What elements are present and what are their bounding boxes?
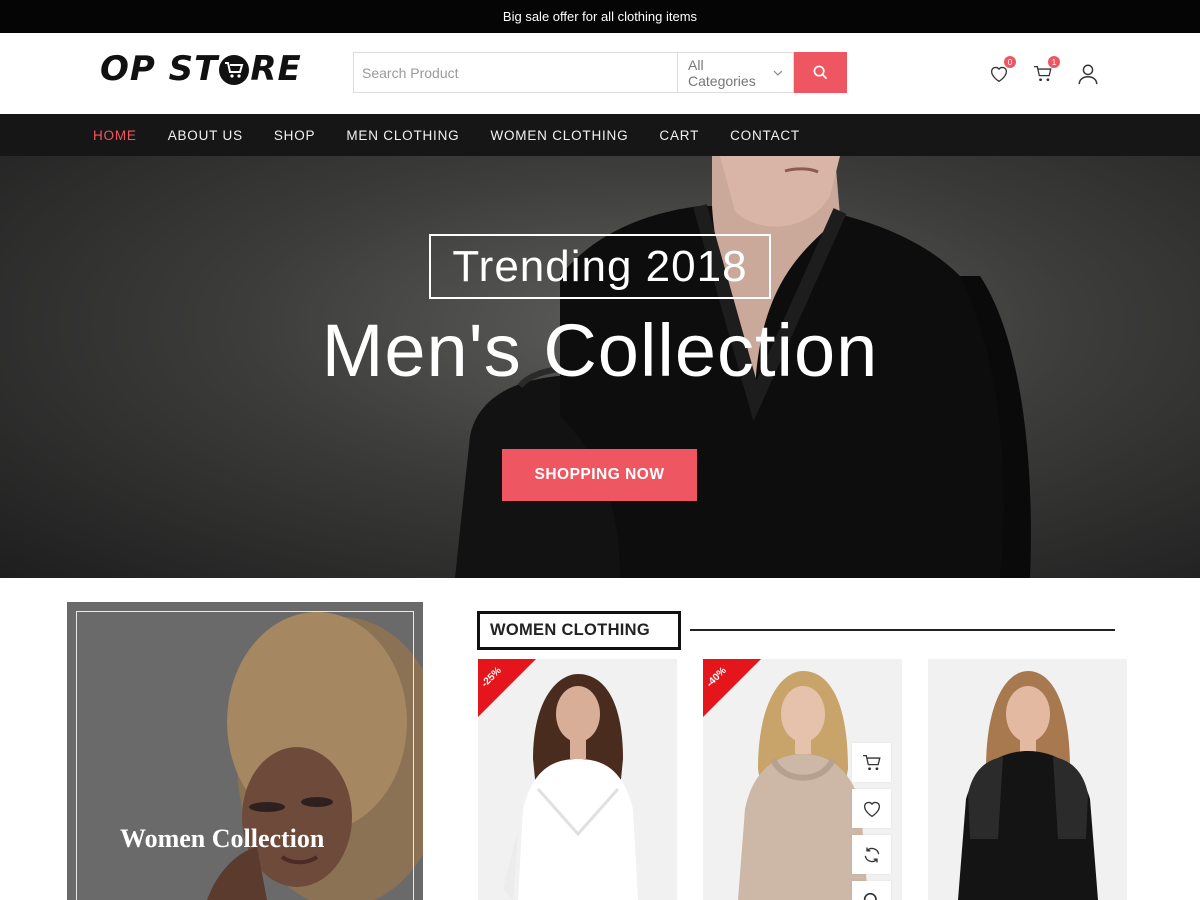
store-logo[interactable]: OP ST RE <box>100 49 302 89</box>
logo-cart-icon <box>219 55 250 85</box>
account-button[interactable] <box>1075 61 1101 87</box>
refresh-icon <box>864 847 879 862</box>
main-nav: HOME ABOUT US SHOP MEN CLOTHING WOMEN CL… <box>0 114 1200 156</box>
women-collection-banner[interactable]: Women Collection <box>67 602 423 900</box>
add-to-cart-button[interactable] <box>852 743 891 782</box>
cart-icon <box>862 754 881 770</box>
heart-icon <box>990 66 1008 83</box>
section-divider <box>690 629 1115 631</box>
wishlist-button[interactable]: 0 <box>986 56 1016 87</box>
nav-cart[interactable]: CART <box>659 128 699 143</box>
user-icon <box>1078 64 1098 85</box>
search-bar: All Categories <box>353 52 847 93</box>
compare-button[interactable] <box>852 835 891 874</box>
hero-title: Men's Collection <box>321 309 879 392</box>
search-input[interactable] <box>353 52 677 93</box>
add-to-wishlist-button[interactable] <box>852 789 891 828</box>
hero-banner: Trending 2018 Men's Collection SHOPPING … <box>0 156 1200 578</box>
category-select[interactable]: All Categories <box>677 52 794 93</box>
cart-button[interactable]: 1 <box>1030 56 1060 87</box>
product-card[interactable]: -25% <box>478 659 677 900</box>
category-select-value: All Categories <box>688 56 756 89</box>
quick-view-button[interactable] <box>852 881 891 900</box>
cart-count-badge: 1 <box>1048 56 1060 68</box>
announcement-bar: Big sale offer for all clothing items <box>0 0 1200 33</box>
chevron-down-icon <box>773 70 783 76</box>
heart-icon <box>863 801 880 817</box>
announcement-text: Big sale offer for all clothing items <box>502 9 698 24</box>
product-image <box>958 671 1098 900</box>
search-button[interactable] <box>794 52 847 93</box>
hero-subtitle: Trending 2018 <box>429 234 771 299</box>
logo-text-right: RE <box>250 49 302 89</box>
product-card[interactable] <box>928 659 1127 900</box>
product-card[interactable]: -40% <box>703 659 902 900</box>
product-actions <box>852 743 891 900</box>
cart-icon <box>1034 65 1052 82</box>
header: OP ST RE All Categories 0 1 <box>0 33 1200 114</box>
banner-frame <box>76 611 414 900</box>
nav-contact[interactable]: CONTACT <box>730 128 800 143</box>
logo-text-left: OP ST <box>100 49 219 89</box>
nav-women-clothing[interactable]: WOMEN CLOTHING <box>490 128 628 143</box>
nav-men-clothing[interactable]: MEN CLOTHING <box>346 128 459 143</box>
wishlist-count-badge: 0 <box>1004 56 1016 68</box>
search-icon <box>863 892 877 900</box>
nav-home[interactable]: HOME <box>93 128 137 143</box>
nav-shop[interactable]: SHOP <box>274 128 315 143</box>
nav-about-us[interactable]: ABOUT US <box>168 128 243 143</box>
search-icon <box>813 65 828 80</box>
section-title: WOMEN CLOTHING <box>477 611 681 650</box>
banner-title: Women Collection <box>120 824 325 853</box>
shopping-now-button[interactable]: SHOPPING NOW <box>502 449 697 501</box>
